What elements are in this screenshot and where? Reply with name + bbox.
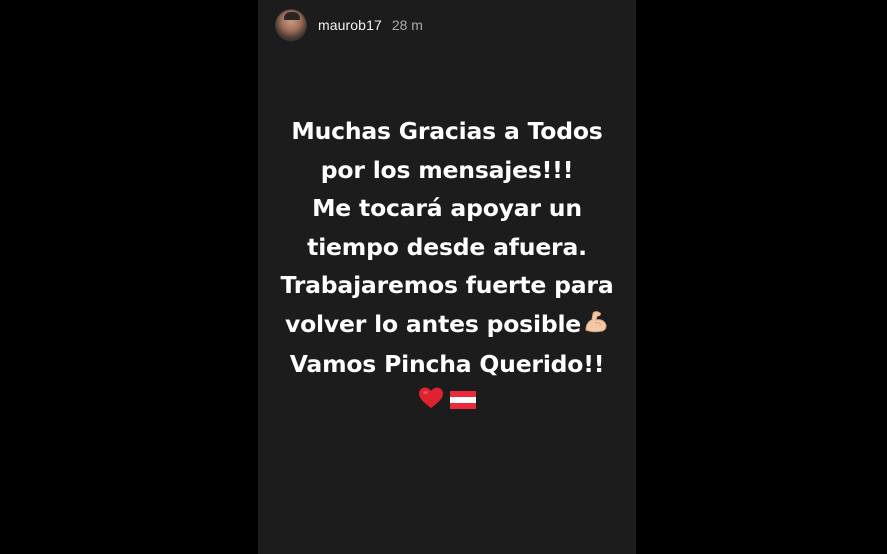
emoji-row	[258, 384, 636, 422]
flexed-biceps-icon	[583, 307, 609, 346]
instagram-story[interactable]: maurob17 28 m Muchas Gracias a Todos por…	[258, 0, 636, 554]
red-heart-icon	[418, 383, 444, 422]
message-line-with-emoji: volver lo antes posible	[258, 305, 636, 346]
message-line: Me tocará apoyar un	[312, 194, 582, 222]
story-timestamp: 28 m	[391, 17, 423, 33]
austria-flag-icon	[450, 383, 476, 422]
message-line: Muchas Gracias a Todos	[291, 117, 603, 145]
message-line-text: volver lo antes posible	[284, 309, 582, 338]
message-line: Trabajaremos fuerte para	[280, 271, 614, 299]
story-message: Muchas Gracias a Todos por los mensajes!…	[258, 112, 636, 422]
message-line: por los mensajes!!!	[320, 155, 574, 184]
screenshot-canvas: maurob17 28 m Muchas Gracias a Todos por…	[0, 0, 887, 554]
story-header: maurob17 28 m	[275, 8, 423, 42]
username[interactable]: maurob17	[318, 17, 382, 33]
message-line: Vamos Pincha Querido!!	[289, 350, 605, 378]
avatar[interactable]	[275, 9, 307, 41]
message-line: tiempo desde afuera.	[307, 232, 587, 261]
